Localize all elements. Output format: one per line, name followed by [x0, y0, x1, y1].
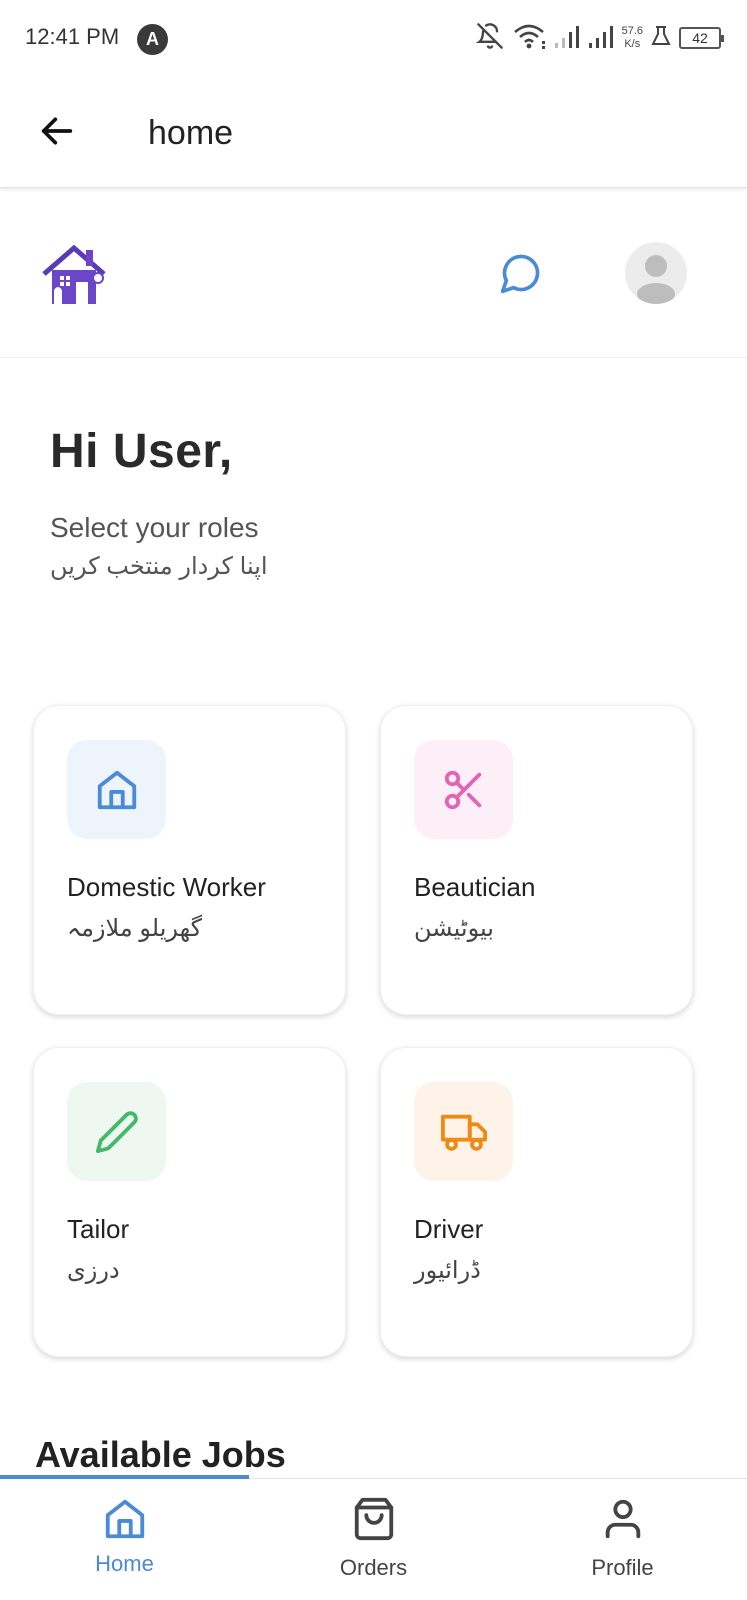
battery-indicator: 42 [679, 27, 724, 49]
status-icons: 57.6 K/s 42 [475, 20, 724, 56]
network-speed: 57.6 K/s [621, 25, 643, 50]
role-card-driver[interactable]: Driver ڈرائیور [380, 1047, 693, 1357]
nav-label: Profile [591, 1555, 654, 1580]
nav-orders[interactable]: Orders [249, 1479, 498, 1600]
available-jobs-heading: Available Jobs [35, 1434, 286, 1475]
status-bar: 12:41 PM A 57.6 K/s 42 [0, 0, 747, 78]
nav-profile[interactable]: Profile [498, 1479, 747, 1600]
role-icon-box [67, 740, 166, 839]
page-title: home [148, 114, 234, 152]
role-label-urdu: درزی [67, 1257, 120, 1284]
arrow-left-icon [41, 117, 73, 145]
role-grid: Domestic Worker گھریلو ملازمہ Beautician… [33, 705, 695, 1357]
role-label: Domestic Worker [67, 872, 266, 902]
role-card-domestic-worker[interactable]: Domestic Worker گھریلو ملازمہ [33, 705, 346, 1015]
person-icon [605, 1499, 640, 1539]
home-icon [105, 1499, 144, 1539]
wifi-icon [512, 22, 546, 55]
pencil-icon [95, 1110, 138, 1153]
scissors-icon [444, 770, 481, 809]
shopping-bag-icon [354, 1497, 393, 1541]
role-label: Tailor [67, 1214, 130, 1244]
greeting-subtitle: Select your roles [50, 512, 259, 543]
header-row [0, 196, 747, 358]
nav-label: Home [95, 1551, 154, 1576]
bottom-nav: Home Orders Profile [0, 1475, 747, 1600]
role-card-beautician[interactable]: Beautician بیوٹیشن [380, 705, 693, 1015]
app-logo [40, 242, 108, 306]
greeting-title: Hi User, [50, 425, 233, 478]
notification-badge: A [137, 24, 168, 55]
home-icon [97, 770, 136, 809]
signal-icon-2 [588, 23, 614, 54]
avatar[interactable] [625, 242, 687, 304]
back-button[interactable] [34, 108, 80, 154]
role-label-urdu: بیوٹیشن [414, 915, 494, 942]
role-label: Driver [414, 1214, 484, 1244]
role-icon-box [414, 1082, 513, 1181]
bell-off-icon [475, 22, 504, 55]
role-label: Beautician [414, 872, 536, 902]
app-bar: home [0, 78, 747, 188]
nav-home[interactable]: Home [0, 1479, 249, 1600]
role-card-tailor[interactable]: Tailor درزی [33, 1047, 346, 1357]
flask-icon [651, 25, 671, 52]
status-time: 12:41 PM [25, 24, 120, 49]
chat-button[interactable] [496, 248, 546, 298]
signal-icon-1 [554, 23, 580, 54]
role-icon-box [414, 740, 513, 839]
role-label-urdu: ڈرائیور [414, 1257, 481, 1284]
greeting-subtitle-urdu: اپنا کردار منتخب کریں [50, 553, 268, 580]
truck-icon [440, 1114, 487, 1151]
user-avatar-icon [637, 255, 675, 304]
nav-label: Orders [339, 1555, 408, 1580]
role-icon-box [67, 1082, 166, 1181]
role-label-urdu: گھریلو ملازمہ [67, 915, 203, 942]
chat-bubble-icon [500, 254, 540, 294]
